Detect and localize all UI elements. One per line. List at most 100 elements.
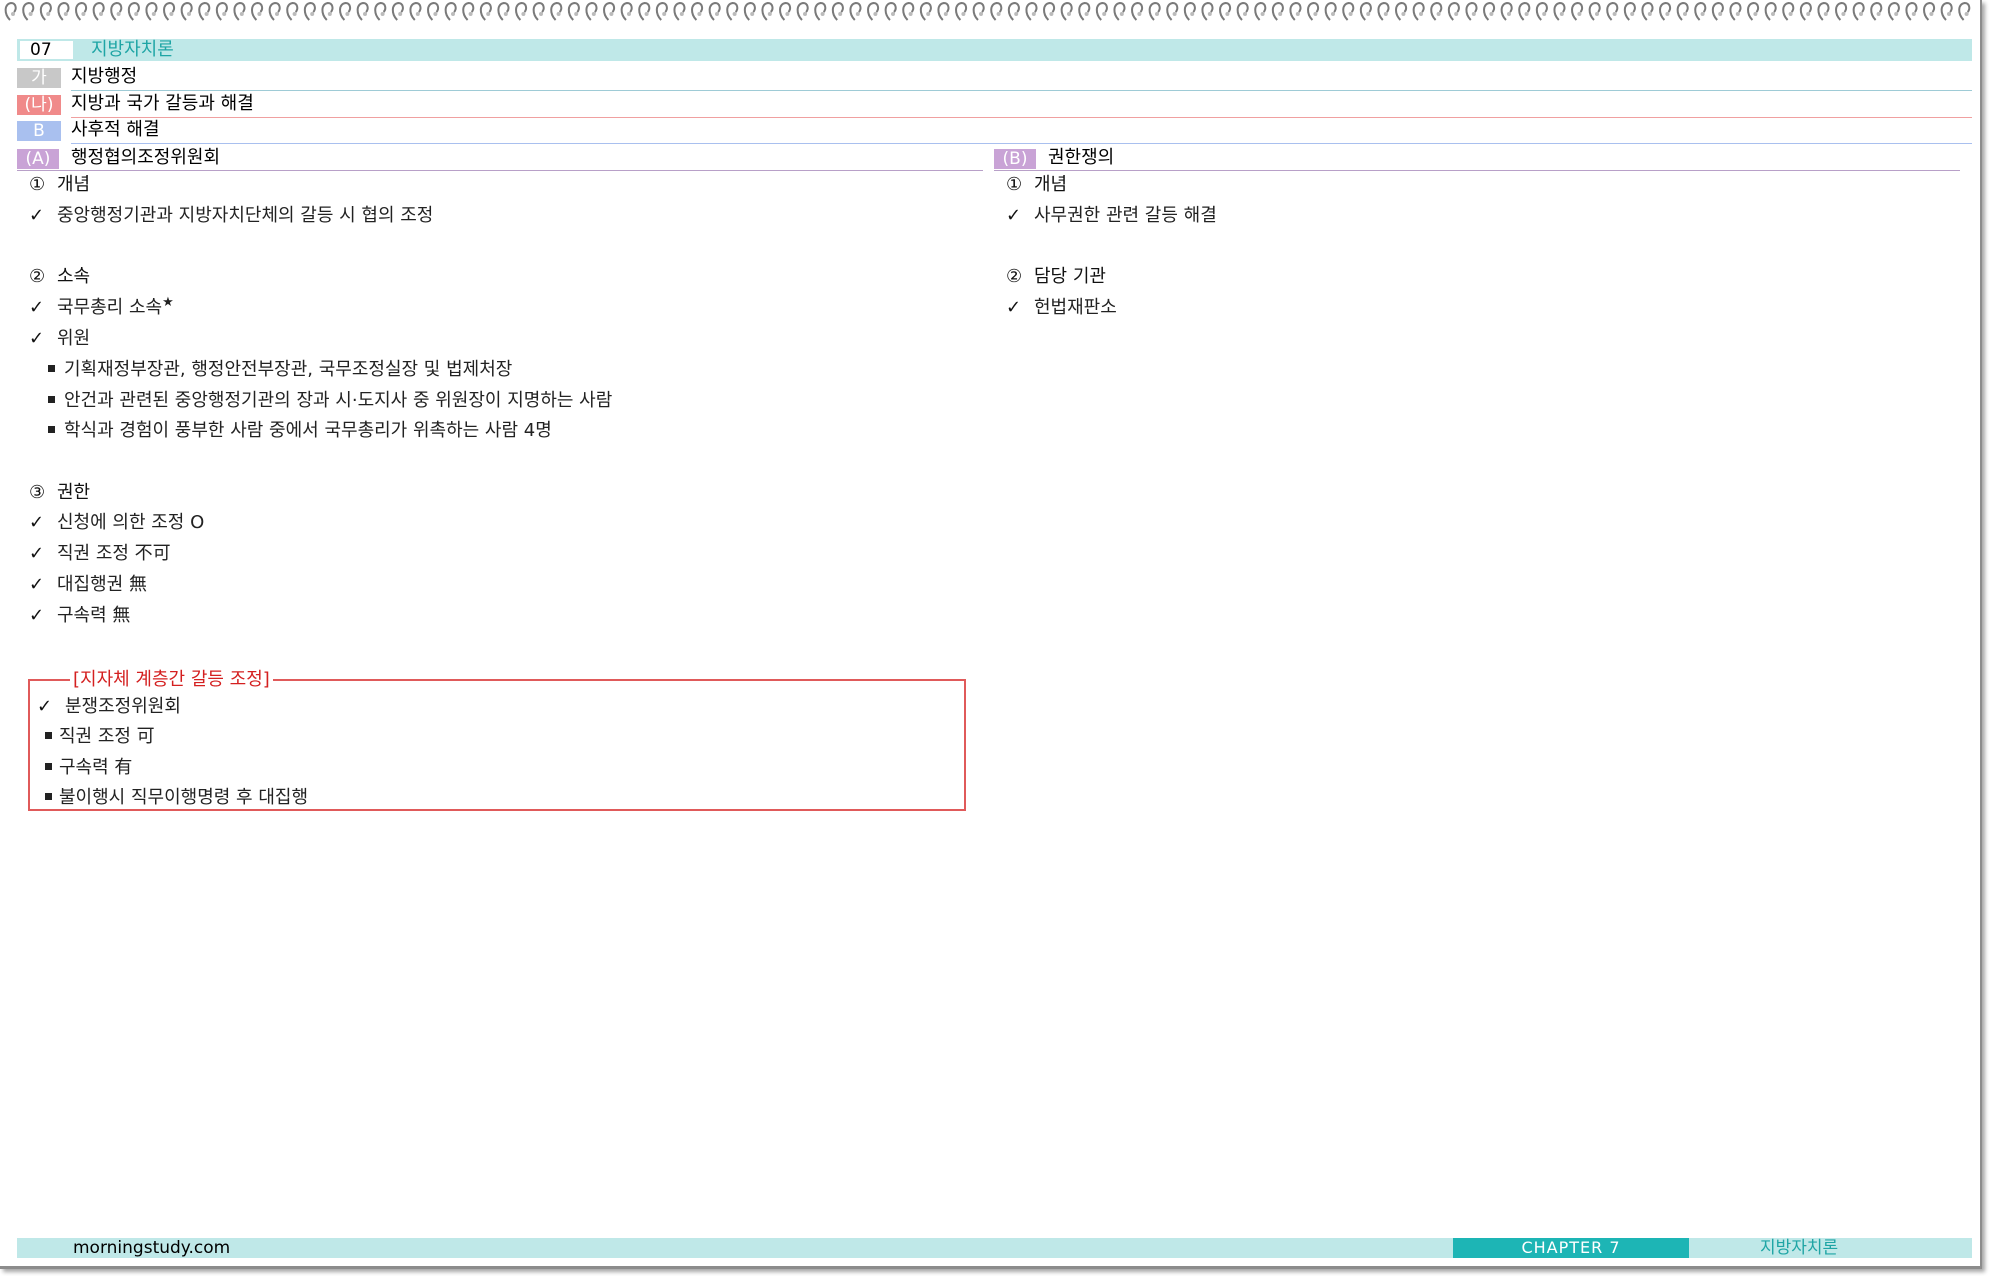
- spiral-hole: [679, 12, 684, 16]
- spiral-hole: [750, 12, 755, 16]
- spiral-hole: [891, 12, 895, 16]
- spiral-hole: [697, 12, 702, 16]
- spiral-hole: [1119, 12, 1124, 16]
- heading-level-1-rule: [71, 90, 1972, 91]
- bullet-square-icon: [48, 425, 55, 433]
- left-column-tag: (A): [17, 149, 59, 169]
- spiral-ring: [1395, 1, 1408, 21]
- spiral-ring: [761, 1, 774, 21]
- heading-level-1: 가 지방행정: [17, 67, 1972, 91]
- spiral-hole: [1771, 12, 1775, 16]
- spiral-ring: [1060, 1, 1073, 21]
- spiral-ring: [532, 1, 545, 21]
- spiral-ring: [1535, 1, 1548, 21]
- spiral-ring: [814, 1, 827, 21]
- left-section-1-item: ✓ 중앙행정기관과 지방자치단체의 갈등 시 협의 조정: [29, 205, 433, 227]
- spiral-ring: [1078, 1, 1091, 21]
- spiral-hole: [1348, 12, 1353, 16]
- spiral-ring: [884, 1, 897, 21]
- spiral-ring: [1025, 1, 1038, 21]
- spiral-ring: [1113, 1, 1126, 21]
- spiral-hole: [996, 12, 1001, 16]
- spiral-hole: [292, 12, 297, 16]
- left-section-3-item-2: ✓ 직권 조정 不可: [29, 543, 171, 565]
- spiral-ring: [1764, 1, 1777, 21]
- spiral-hole: [1806, 12, 1811, 16]
- left-column-title: 행정협의조정위원회: [71, 147, 221, 168]
- spiral-hole: [1876, 12, 1881, 16]
- spiral-hole: [609, 12, 614, 16]
- bullet-square-icon: [45, 731, 52, 739]
- conflict-adjustment-box-title: [지자체 계층간 갈등 조정]: [70, 669, 273, 691]
- spiral-ring: [497, 1, 510, 21]
- heading-level-3: B 사후적 해결: [17, 120, 1972, 144]
- check-icon: ✓: [29, 205, 45, 226]
- spiral-hole: [1419, 12, 1423, 16]
- spiral-hole: [908, 12, 913, 16]
- spiral-hole: [855, 12, 860, 16]
- spiral-ring: [743, 1, 756, 21]
- spiral-hole: [1155, 12, 1159, 16]
- left-section-2-item-1: ✓ 국무총리 소속★: [29, 295, 174, 321]
- left-section-2-item-2-text: 위원: [57, 328, 91, 349]
- box-item-text: 분쟁조정위원회: [65, 696, 181, 717]
- spiral-hole: [1507, 12, 1511, 16]
- spiral-ring: [1676, 1, 1689, 21]
- spiral-ring: [1835, 1, 1848, 21]
- footer-chapter-title: 지방자치론: [1760, 1238, 1839, 1258]
- spiral-ring: [127, 1, 140, 21]
- spiral-ring: [1887, 1, 1900, 21]
- spiral-hole: [310, 12, 315, 16]
- left-section-2-sub-2-text: 안건과 관련된 중앙행정기관의 장과 시·도지사 중 위원장이 지명하는 사람: [64, 390, 613, 411]
- spiral-hole: [398, 12, 403, 16]
- spiral-ring: [1324, 1, 1337, 21]
- spiral-ring: [215, 1, 228, 21]
- spiral-hole: [1700, 12, 1705, 16]
- right-section-2-number: ②: [1006, 266, 1023, 287]
- left-section-3-number: ③: [29, 482, 46, 503]
- left-section-3-item-2-text: 직권 조정 不可: [57, 543, 171, 564]
- spiral-ring: [1500, 1, 1513, 21]
- spiral-ring: [673, 1, 686, 21]
- check-icon: ✓: [37, 696, 53, 717]
- spiral-hole: [785, 12, 790, 16]
- spiral-hole: [1735, 12, 1740, 16]
- left-section-2-item-1-text: 국무총리 소속: [57, 297, 163, 318]
- spiral-hole: [732, 12, 737, 16]
- box-item: ✓ 분쟁조정위원회: [37, 696, 181, 718]
- left-section-3-item-3-text: 대집행권 無: [57, 574, 147, 595]
- spiral-ring: [409, 1, 422, 21]
- check-icon: ✓: [29, 328, 45, 349]
- left-section-2-sub-1-text: 기획재정부장관, 행정안전부장관, 국무조정실장 및 법제처장: [64, 359, 513, 380]
- spiral-ring: [39, 1, 52, 21]
- spiral-hole: [1859, 12, 1863, 16]
- spiral-hole: [1753, 12, 1758, 16]
- spiral-ring: [1412, 1, 1425, 21]
- spiral-hole: [767, 12, 772, 16]
- footer-chapter-label: CHAPTER 7: [1453, 1238, 1689, 1258]
- spiral-ring: [550, 1, 563, 21]
- left-column-heading: (A) 행정협의조정위원회: [17, 147, 983, 171]
- spiral-ring: [391, 1, 404, 21]
- check-icon: ✓: [29, 297, 45, 318]
- heading-level-3-tag: B: [17, 121, 61, 141]
- spiral-hole: [1595, 12, 1599, 16]
- spiral-ring: [955, 1, 968, 21]
- spiral-hole: [1331, 12, 1335, 16]
- left-section-3-item-1-text: 신청에 의한 조정 O: [57, 512, 205, 533]
- spiral-hole: [63, 12, 68, 16]
- spiral-hole: [1665, 12, 1670, 16]
- spiral-ring: [251, 1, 264, 21]
- spiral-ring: [22, 1, 35, 21]
- spiral-hole: [433, 12, 438, 16]
- box-sub-3: 불이행시 직무이행명령 후 대집행: [45, 787, 308, 809]
- spiral-ring: [321, 1, 334, 21]
- spiral-hole: [662, 12, 667, 16]
- spiral-hole: [239, 12, 244, 16]
- spiral-hole: [556, 12, 561, 16]
- heading-level-2: (나) 지방과 국가 갈등과 해결: [17, 94, 1972, 118]
- spiral-ring: [990, 1, 1003, 21]
- spiral-hole: [1243, 12, 1247, 16]
- spiral-hole: [943, 12, 948, 16]
- spiral-hole: [1964, 12, 1969, 16]
